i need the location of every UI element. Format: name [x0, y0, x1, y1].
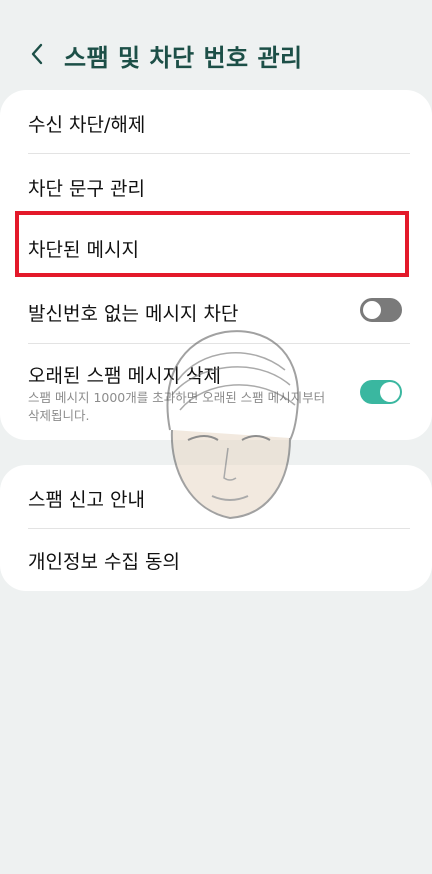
toggle-knob [361, 299, 383, 321]
menu-item-label: 개인정보 수집 동의 [28, 551, 180, 573]
back-button[interactable] [22, 36, 52, 72]
menu-item-label: 차단 문구 관리 [28, 178, 145, 200]
menu-item-description: 스팸 메시지 1000개를 초과하면 오래된 스팸 메시지부터 삭제됩니다. [28, 390, 326, 423]
menu-item-spam-report-guide[interactable]: 스팸 신고 안내 [0, 465, 432, 528]
chevron-left-icon [31, 43, 43, 65]
menu-item-block-unblock[interactable]: 수신 차단/해제 [0, 90, 432, 153]
menu-item-label: 발신번호 없는 메시지 차단 [28, 303, 239, 325]
menu-item-label: 스팸 신고 안내 [28, 489, 145, 511]
menu-item-blocked-messages[interactable]: 차단된 메시지 [0, 215, 432, 278]
page-title: 스팸 및 차단 번호 관리 [64, 44, 303, 72]
menu-item-label: 수신 차단/해제 [28, 114, 146, 136]
toggle-knob [380, 382, 400, 402]
toggle-block-no-caller-id[interactable] [360, 298, 402, 322]
menu-item-privacy-consent[interactable]: 개인정보 수집 동의 [0, 529, 432, 591]
menu-item-label: 차단된 메시지 [28, 239, 139, 261]
toggle-delete-old-spam[interactable] [360, 380, 402, 404]
menu-item-blocked-phrases[interactable]: 차단 문구 관리 [0, 154, 432, 215]
menu-item-label: 오래된 스팸 메시지 삭제 [28, 365, 221, 387]
